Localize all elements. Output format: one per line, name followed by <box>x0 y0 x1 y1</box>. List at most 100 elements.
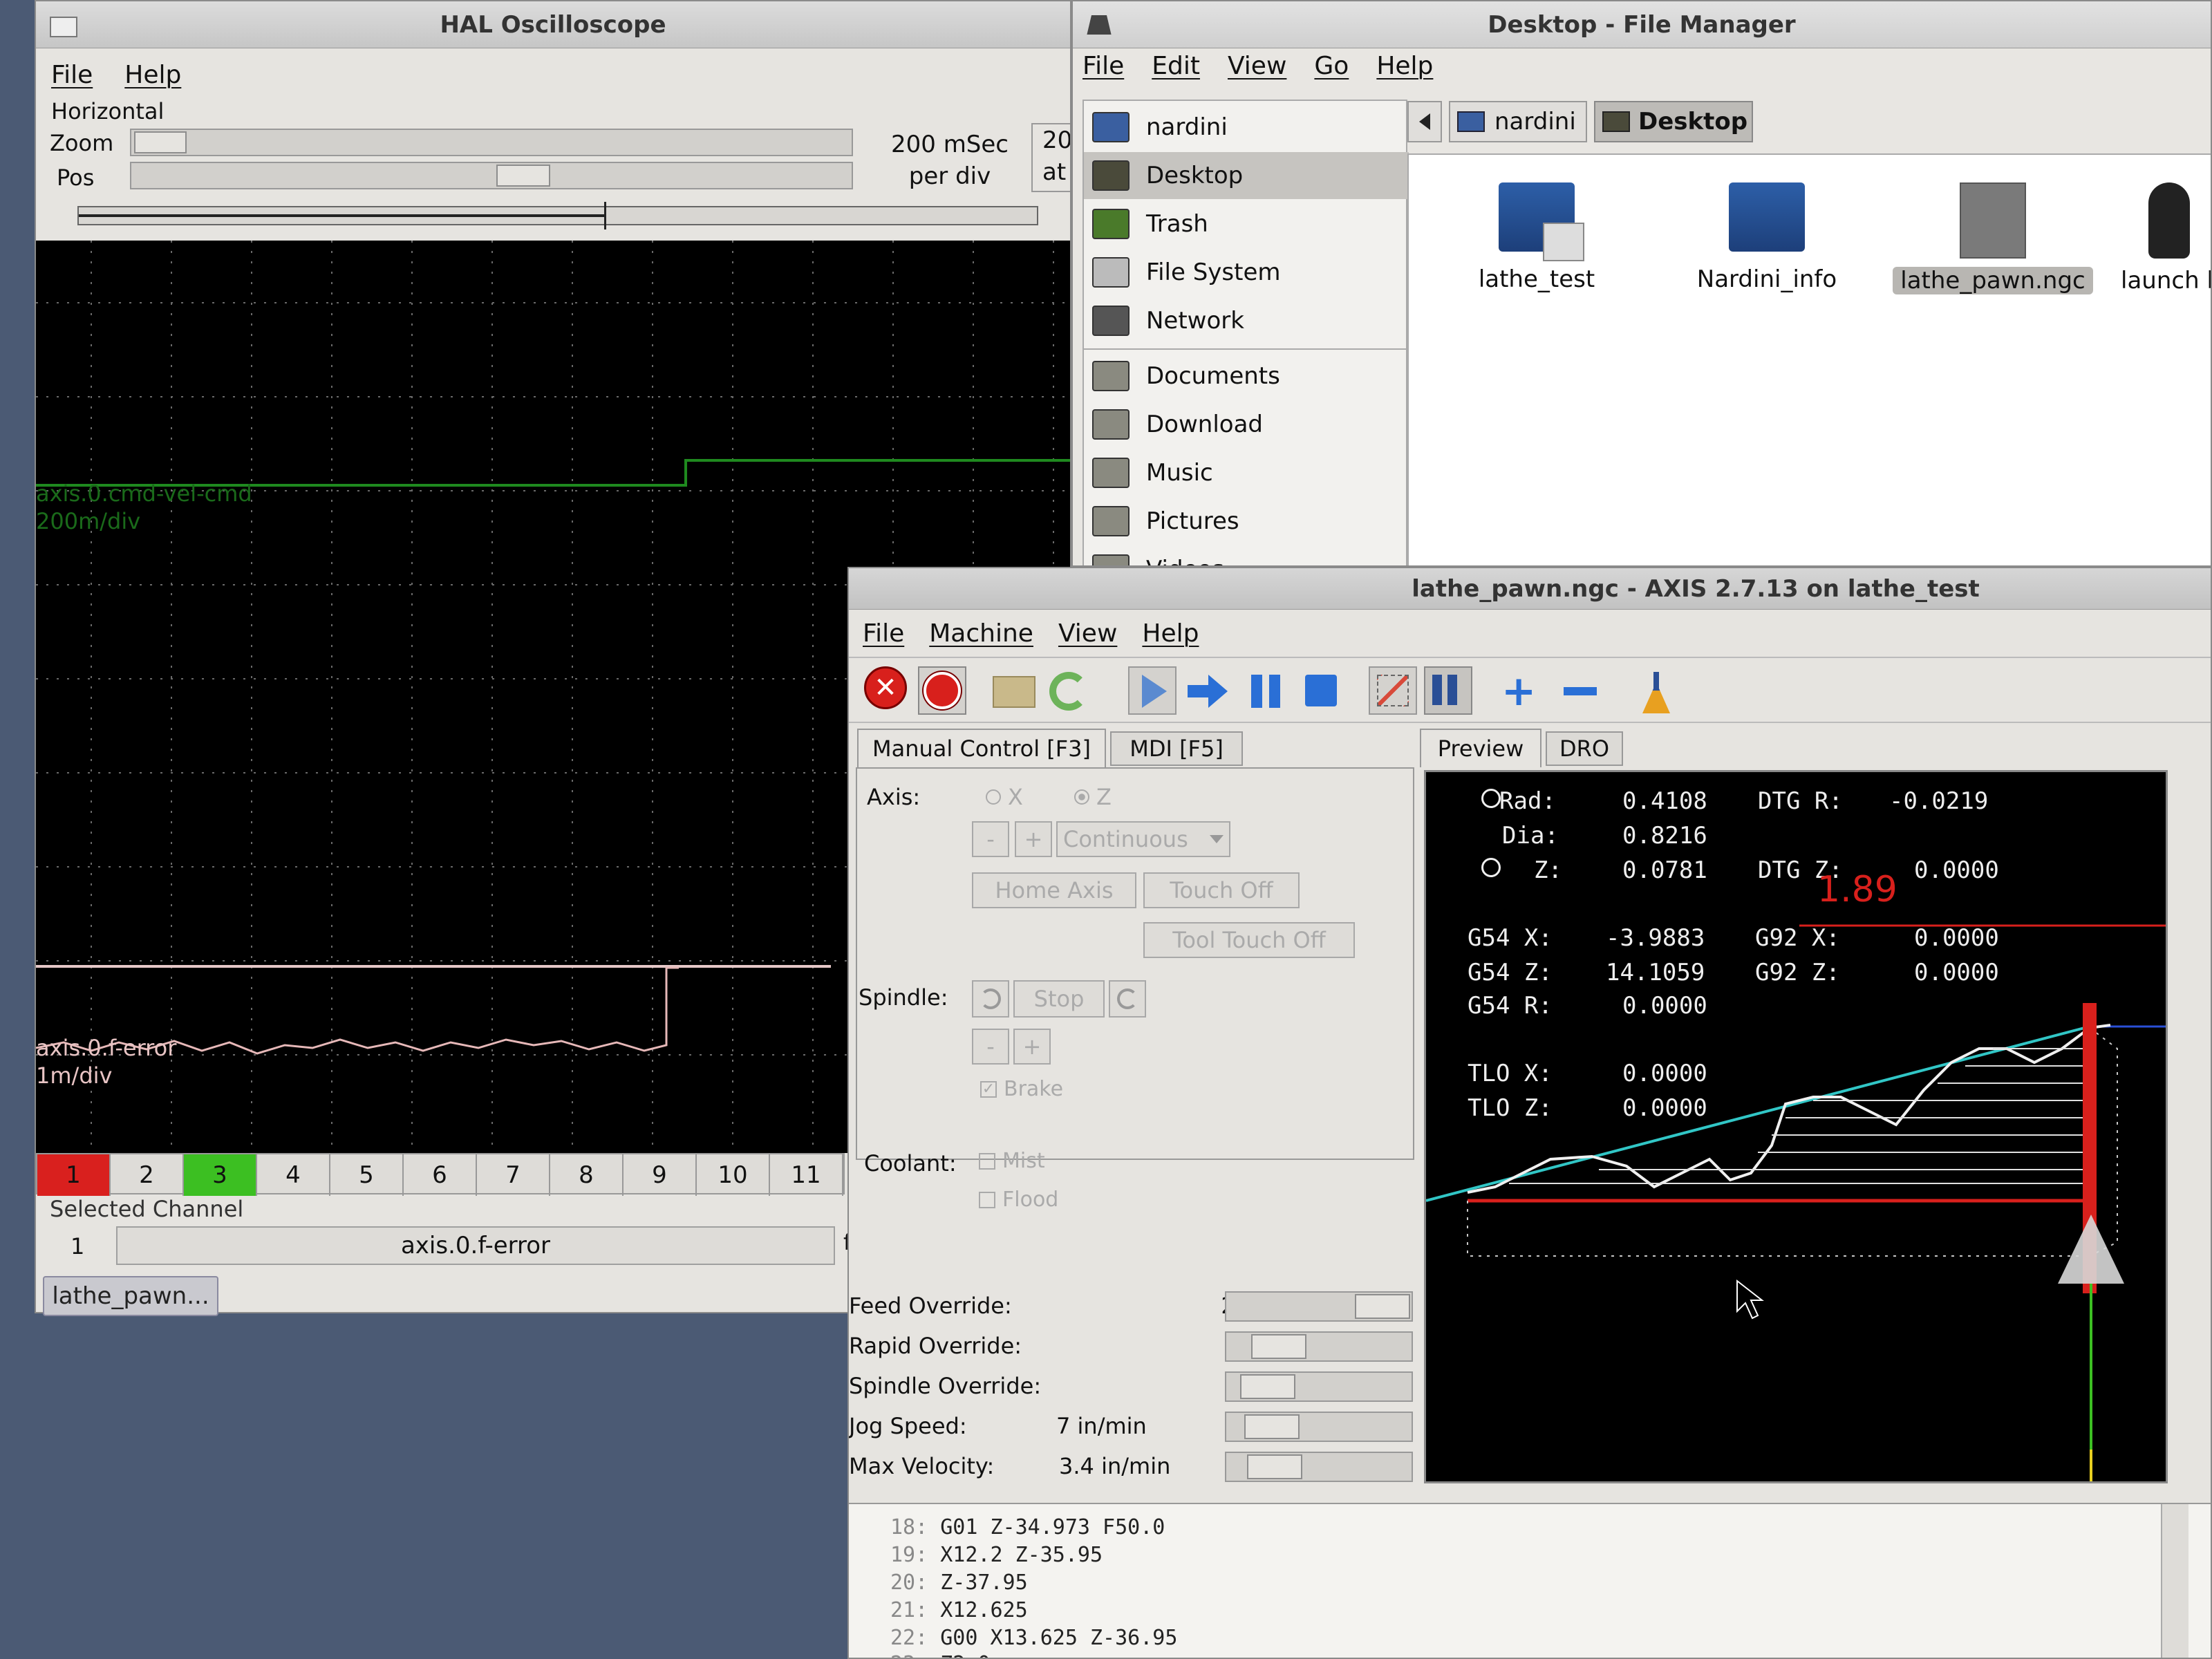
record-length-box[interactable]: 20 at <box>1031 123 1070 192</box>
fm-menu-view[interactable]: View <box>1228 52 1286 80</box>
channel-button-6[interactable]: 6 <box>404 1154 477 1196</box>
max-velocity-slider[interactable] <box>1225 1452 1413 1482</box>
rapid-override-slider[interactable] <box>1225 1331 1413 1362</box>
axis-menu-file[interactable]: File <box>863 619 904 648</box>
sidebar-item-pictures[interactable]: Pictures <box>1084 498 1409 545</box>
path-button-desktop[interactable]: Desktop <box>1594 101 1753 142</box>
spindle-override-slider[interactable] <box>1225 1371 1413 1402</box>
channel-button-7[interactable]: 7 <box>477 1154 550 1196</box>
feed-override-slider[interactable] <box>1225 1291 1413 1322</box>
slider-thumb[interactable] <box>1355 1294 1410 1319</box>
zoom-in-button[interactable]: + <box>1501 666 1550 715</box>
sidebar-item-download[interactable]: Download <box>1084 401 1409 448</box>
sidebar-item-music[interactable]: Music <box>1084 449 1409 496</box>
sidebar-item-file-system[interactable]: File System <box>1084 249 1409 296</box>
brake-checkbox[interactable]: ✓ Brake <box>980 1077 1063 1101</box>
fm-menu-help[interactable]: Help <box>1376 52 1433 80</box>
axis-menu-view[interactable]: View <box>1058 619 1117 648</box>
fm-icon-view[interactable]: lathe_test Nardini_info lathe_pawn.ngc l… <box>1407 153 2211 565</box>
channel-button-11[interactable]: 11 <box>770 1154 843 1196</box>
tab-manual-control[interactable]: Manual Control [F3] <box>857 729 1106 767</box>
hal-titlebar[interactable]: HAL Oscilloscope <box>36 1 1070 48</box>
channel-button-1[interactable]: 1 <box>37 1154 111 1196</box>
channel-button-8[interactable]: 8 <box>550 1154 624 1196</box>
slider-thumb[interactable] <box>1244 1414 1300 1439</box>
channel-button-10[interactable]: 10 <box>697 1154 770 1196</box>
pos-slider-thumb[interactable] <box>496 165 550 187</box>
mist-checkbox[interactable]: Mist <box>979 1149 1045 1173</box>
file-item-nardini-info[interactable]: Nardini_info <box>1677 182 1857 293</box>
channel-button-2[interactable]: 2 <box>111 1154 184 1196</box>
selected-channel-signal[interactable]: axis.0.f-error <box>116 1226 835 1265</box>
hal-window-icon[interactable] <box>50 17 77 37</box>
clear-backplot-button[interactable] <box>1633 666 1681 715</box>
fm-titlebar[interactable]: Desktop - File Manager <box>1073 1 2211 48</box>
gcode-listing[interactable]: 18: G01 Z-34.973 F50.0 19: X12.2 Z-35.95… <box>849 1503 2211 1658</box>
gcode-scrollbar[interactable] <box>2161 1504 2188 1658</box>
sidebar-item-trash[interactable]: Trash <box>1084 200 1409 247</box>
dro-dia-label: Dia: <box>1502 822 1559 850</box>
pause-button[interactable] <box>1243 666 1291 715</box>
block-delete-button[interactable] <box>1369 666 1417 715</box>
fm-menu-file[interactable]: File <box>1082 52 1124 80</box>
tool-touch-off-button[interactable]: Tool Touch Off <box>1143 922 1355 958</box>
step-button[interactable] <box>1188 666 1236 715</box>
spindle-ccw-button[interactable] <box>972 980 1009 1018</box>
slider-thumb[interactable] <box>1247 1454 1302 1479</box>
path-back-button[interactable] <box>1407 101 1442 142</box>
sidebar-item-network[interactable]: Network <box>1084 297 1409 344</box>
file-item-launcher[interactable]: launch la <box>2121 182 2211 294</box>
reload-button[interactable] <box>1049 666 1098 715</box>
tab-dro[interactable]: DRO <box>1546 731 1623 766</box>
axis-titlebar[interactable]: lathe_pawn.ngc - AXIS 2.7.13 on lathe_te… <box>849 568 2211 610</box>
taskbar-button-lathe-pawn[interactable]: lathe_pawn... <box>43 1276 218 1316</box>
spindle-cw-button[interactable] <box>1109 980 1146 1018</box>
channel-button-3[interactable]: 3 <box>184 1154 257 1196</box>
jog-plus-button[interactable]: + <box>1015 821 1052 857</box>
slider-thumb[interactable] <box>1251 1334 1306 1359</box>
zoom-out-button[interactable] <box>1558 666 1606 715</box>
jog-speed-slider[interactable] <box>1225 1412 1413 1442</box>
open-file-button[interactable] <box>993 666 1041 715</box>
sidebar-item-nardini[interactable]: nardini <box>1084 104 1409 151</box>
tab-mdi[interactable]: MDI [F5] <box>1110 731 1243 766</box>
channel-button-4[interactable]: 4 <box>257 1154 330 1196</box>
optional-stop-button[interactable] <box>1424 666 1472 715</box>
touch-off-button[interactable]: Touch Off <box>1143 872 1300 908</box>
spindle-faster-button[interactable]: + <box>1013 1029 1051 1065</box>
jog-increment-select[interactable]: Continuous <box>1056 821 1230 857</box>
preview-canvas[interactable]: Rad: 0.4108 DTG R: -0.0219 Dia: 0.8216 Z… <box>1424 770 2168 1483</box>
fm-menu-edit[interactable]: Edit <box>1152 52 1200 80</box>
spindle-slower-button[interactable]: - <box>972 1029 1009 1065</box>
estop-button[interactable]: ✕ <box>864 666 912 715</box>
channel-button-5[interactable]: 5 <box>330 1154 404 1196</box>
hal-menu-file[interactable]: File <box>51 61 93 89</box>
zoom-slider[interactable] <box>130 129 853 156</box>
file-item-lathe-test[interactable]: lathe_test <box>1450 182 1623 293</box>
capture-position-bar[interactable] <box>77 202 1038 229</box>
axis-radio-x[interactable]: X <box>986 784 1023 810</box>
run-button[interactable] <box>1128 666 1177 715</box>
spindle-stop-button[interactable]: Stop <box>1013 980 1105 1018</box>
zoom-slider-thumb[interactable] <box>134 131 187 153</box>
pos-slider[interactable] <box>130 162 853 189</box>
fm-menu-go[interactable]: Go <box>1314 52 1349 80</box>
jog-minus-button[interactable]: - <box>972 821 1009 857</box>
flood-checkbox[interactable]: Flood <box>979 1188 1058 1212</box>
path-button-nardini[interactable]: nardini <box>1449 101 1587 142</box>
axis-menu-machine[interactable]: Machine <box>929 619 1033 648</box>
slider-thumb[interactable] <box>1240 1374 1295 1399</box>
file-item-lathe-pawn-ngc[interactable]: lathe_pawn.ngc <box>1893 182 2093 294</box>
machine-power-button[interactable] <box>918 666 966 715</box>
sidebar-item-desktop[interactable]: Desktop <box>1084 152 1409 199</box>
stop-button[interactable] <box>1297 666 1345 715</box>
axis-menu-help[interactable]: Help <box>1142 619 1199 648</box>
axis-radio-z[interactable]: Z <box>1074 784 1112 810</box>
home-axis-button[interactable]: Home Axis <box>972 872 1136 908</box>
tab-preview[interactable]: Preview <box>1420 729 1541 767</box>
sidebar-item-videos[interactable]: Videos <box>1084 546 1409 565</box>
channel-button-9[interactable]: 9 <box>624 1154 697 1196</box>
hal-menu-help[interactable]: Help <box>124 61 181 89</box>
zoom-label: Zoom <box>50 130 114 156</box>
sidebar-item-documents[interactable]: Documents <box>1084 353 1409 400</box>
